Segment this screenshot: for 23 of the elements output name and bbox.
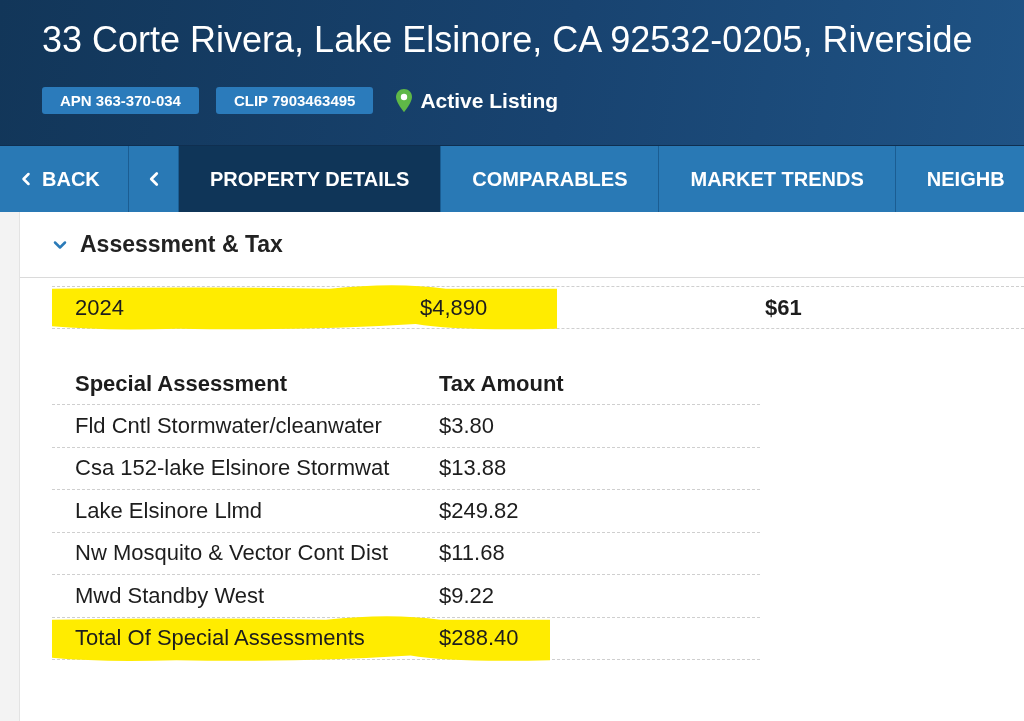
- id-tag: APN 363-370-034: [42, 87, 199, 114]
- id-tag: CLIP 7903463495: [215, 87, 374, 114]
- listing-status: Active Listing: [420, 88, 559, 113]
- table-cell-text: Fld Cntl Stormwater/cleanwater: [74, 412, 383, 439]
- table-cell-text: $3.80: [438, 412, 496, 439]
- table-cell-text: Nw Mosquito & Vector Cont Dist: [74, 540, 389, 567]
- table-cell-text: Total Of Special Assessments: [74, 625, 366, 652]
- column-header: Special Assessment: [74, 371, 288, 397]
- table-cell-text: 2024: [74, 294, 125, 321]
- table-cell-text: $288.40: [438, 625, 520, 652]
- table-cell-text: Csa 152-lake Elsinore Stormwat: [74, 455, 391, 482]
- table-cell-text: $4,890: [419, 294, 489, 321]
- property-address: 33 Corte Rivera, Lake Elsinore, CA 92532-0205, Riverside: [42, 18, 973, 62]
- map-pin-icon: [396, 89, 413, 112]
- table-cell-text: $11.68: [438, 540, 506, 567]
- table-cell-text: Lake Elsinore Llmd: [74, 497, 264, 524]
- column-header: Tax Amount: [438, 371, 565, 397]
- table-cell-text: $61: [764, 294, 803, 321]
- table-cell-text: Mwd Standby West: [74, 582, 266, 609]
- table-cell-text: $13.88: [438, 455, 508, 482]
- table-cell-text: $249.82: [438, 497, 520, 524]
- nav-tab[interactable]: PROPERTY DETAILS: [179, 146, 442, 212]
- table-cell-text: $9.22: [438, 582, 496, 609]
